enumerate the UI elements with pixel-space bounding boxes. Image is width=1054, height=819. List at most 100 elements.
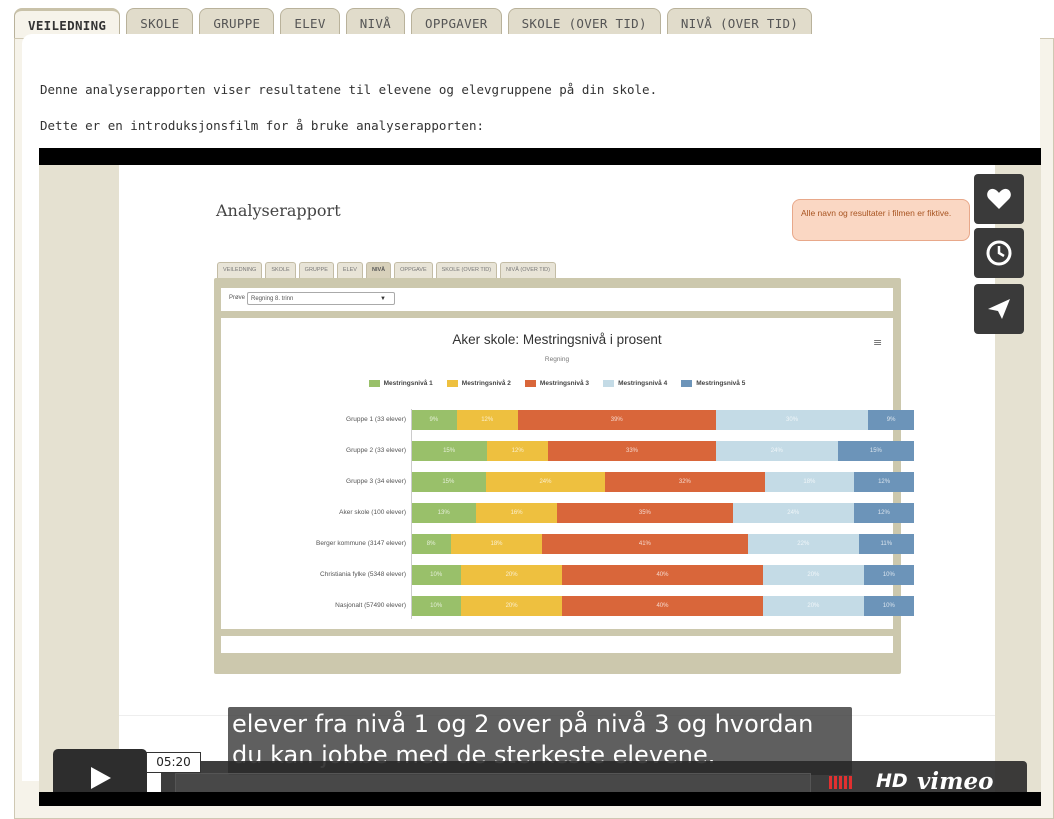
volume-bar [834, 776, 837, 789]
video-report-footer [221, 636, 893, 653]
bar-row: Gruppe 1 (33 elever) 9% 12% 39% 30% 9% [221, 410, 914, 432]
bar-track: 13% 16% 35% 24% 12% [411, 503, 914, 523]
volume-bar [839, 776, 842, 789]
legend-item: Mestringsnivå 2 [446, 380, 511, 387]
bar-segment: 12% [854, 472, 914, 492]
bar-segment: 35% [556, 503, 733, 523]
bar-segment: 20% [763, 565, 864, 585]
hd-toggle[interactable]: HD [876, 770, 908, 792]
legend-label: Mestringsnivå 4 [618, 380, 668, 387]
bar-segment: 10% [863, 596, 914, 616]
play-icon [91, 766, 111, 789]
category-label: Gruppe 3 (34 elever) [346, 478, 406, 485]
mastery-chart: Aker skole: Mestringsnivå i prosent Regn… [221, 318, 914, 629]
volume-bar [849, 776, 852, 789]
bar-segment: 24% [732, 503, 854, 523]
bar-segment: 30% [715, 410, 869, 430]
legend-label: Mestringsnivå 3 [539, 380, 590, 387]
video-tab-skole-over-tid: SKOLE (OVER TID) [435, 262, 498, 278]
bar-segment: 15% [411, 472, 486, 492]
volume-control[interactable] [829, 776, 852, 789]
legend-item: Mestringsnivå 5 [681, 380, 745, 387]
bar-row: Gruppe 2 (33 elever) 15% 12% 33% 24% 15% [221, 441, 914, 463]
video-report-title: Analyserapport [216, 201, 341, 220]
hamburger-icon: ≡ [873, 336, 883, 349]
video-frame[interactable]: Analyserapport Alle navn og resultater i… [39, 165, 1041, 792]
category-label: Gruppe 1 (33 elever) [346, 416, 406, 423]
video-report-tabs: VEILEDNING SKOLE GRUPPE ELEV NIVÅ OPPGAVE SKOL… [217, 262, 559, 278]
bar-track: 10% 20% 40% 20% 10% [411, 565, 914, 585]
bar-segment: 12% [487, 441, 549, 461]
bar-track: 10% 20% 40% 20% 10% [411, 596, 914, 616]
legend-item: Mestringsnivå 4 [603, 380, 667, 387]
watch-later-button[interactable] [974, 228, 1024, 278]
bar-segment: 10% [863, 565, 914, 585]
video-player[interactable]: Analyserapport Alle navn og resultater i… [39, 148, 1041, 806]
bar-segment: 15% [411, 441, 488, 461]
bar-segment: 15% [837, 441, 914, 461]
test-select: Regning 8. trinn ▼ [247, 292, 395, 305]
vimeo-logo[interactable]: vimeo [917, 768, 993, 792]
legend-swatch [368, 380, 380, 387]
heart-icon [987, 188, 1011, 209]
clock-icon [986, 240, 1012, 266]
test-select-row: Prøve Regning 8. trinn ▼ [221, 288, 893, 311]
bar-segment: 9% [868, 410, 914, 430]
bar-segment: 20% [763, 596, 864, 616]
legend-swatch [446, 380, 458, 387]
video-tab-nivå-over-tid: NIVÅ (OVER TID) [500, 262, 556, 278]
volume-bar [844, 776, 847, 789]
legend-item: Mestringsnivå 3 [524, 380, 590, 387]
bar-track: 8% 18% 41% 22% 11% [411, 534, 914, 554]
volume-bar [829, 776, 832, 789]
category-label: Nasjonalt (57490 elever) [335, 602, 406, 609]
bar-row: Gruppe 3 (34 elever) 15% 24% 32% 18% 12% [221, 472, 914, 494]
video-tab-skole: SKOLE [265, 262, 296, 278]
bar-segment: 10% [411, 565, 462, 585]
legend-swatch [524, 380, 536, 387]
bar-segment: 20% [461, 565, 562, 585]
send-icon [988, 299, 1010, 319]
bar-segment: 16% [476, 503, 557, 523]
legend-label: Mestringsnivå 5 [696, 380, 746, 387]
bar-segment: 32% [605, 472, 765, 492]
play-button[interactable] [53, 749, 147, 792]
video-tab-nivå: NIVÅ [365, 262, 392, 278]
legend-item: Mestringsnivå 1 [368, 380, 433, 387]
bar-track: 15% 12% 33% 24% 15% [411, 441, 914, 461]
video-tab-veiledning: VEILEDNING [217, 262, 263, 278]
bar-segment: 9% [411, 410, 457, 430]
bar-row: Christiania fylke (5348 elever) 10% 20% 40%… [221, 565, 914, 587]
category-label: Christiania fylke (5348 elever) [320, 571, 406, 578]
bar-segment: 40% [561, 596, 764, 616]
legend-label: Mestringsnivå 1 [383, 380, 433, 387]
bar-track: 15% 24% 32% 18% 12% [411, 472, 914, 492]
bar-segment: 24% [715, 441, 838, 461]
progress-bar[interactable] [175, 773, 811, 792]
bar-row: Nasjonalt (57490 elever) 10% 20% 40% 20% 10% [221, 596, 914, 618]
chart-subtitle: Regning [544, 356, 570, 363]
video-tab-elev: ELEV [336, 262, 363, 278]
fictional-data-note: Alle navn og resultater i filmen er fikt… [792, 199, 970, 241]
legend-label: Mestringsnivå 2 [461, 380, 511, 387]
bar-segment: 39% [517, 410, 716, 430]
chart-legend: Mestringsnivå 1 Mestringsnivå 2 Mestringsn… [221, 380, 893, 387]
timecode: 05:20 [146, 752, 201, 773]
legend-swatch [603, 380, 615, 387]
bar-segment: 41% [541, 534, 748, 554]
bar-row: Aker skole (100 elever) 13% 16% 35% 24% 12% [221, 503, 914, 525]
intro-video-text: Dette er en introduksjonsfilm for å bruk… [40, 118, 485, 133]
category-label: Aker skole (100 elever) [339, 509, 406, 516]
bar-segment: 18% [451, 534, 542, 554]
bar-segment: 8% [411, 534, 452, 554]
test-select-label: Prøve [229, 295, 246, 301]
video-tab-gruppe: GRUPPE [298, 262, 334, 278]
like-button[interactable] [974, 174, 1024, 224]
bar-segment: 40% [561, 565, 764, 585]
share-button[interactable] [974, 284, 1024, 334]
category-label: Berger kommune (3147 elever) [316, 540, 406, 547]
legend-swatch [681, 380, 693, 387]
bar-track: 9% 12% 39% 30% 9% [411, 410, 914, 430]
test-select-value: Regning 8. trinn [251, 296, 294, 302]
video-tab-oppgave: OPPGAVE [394, 262, 433, 278]
